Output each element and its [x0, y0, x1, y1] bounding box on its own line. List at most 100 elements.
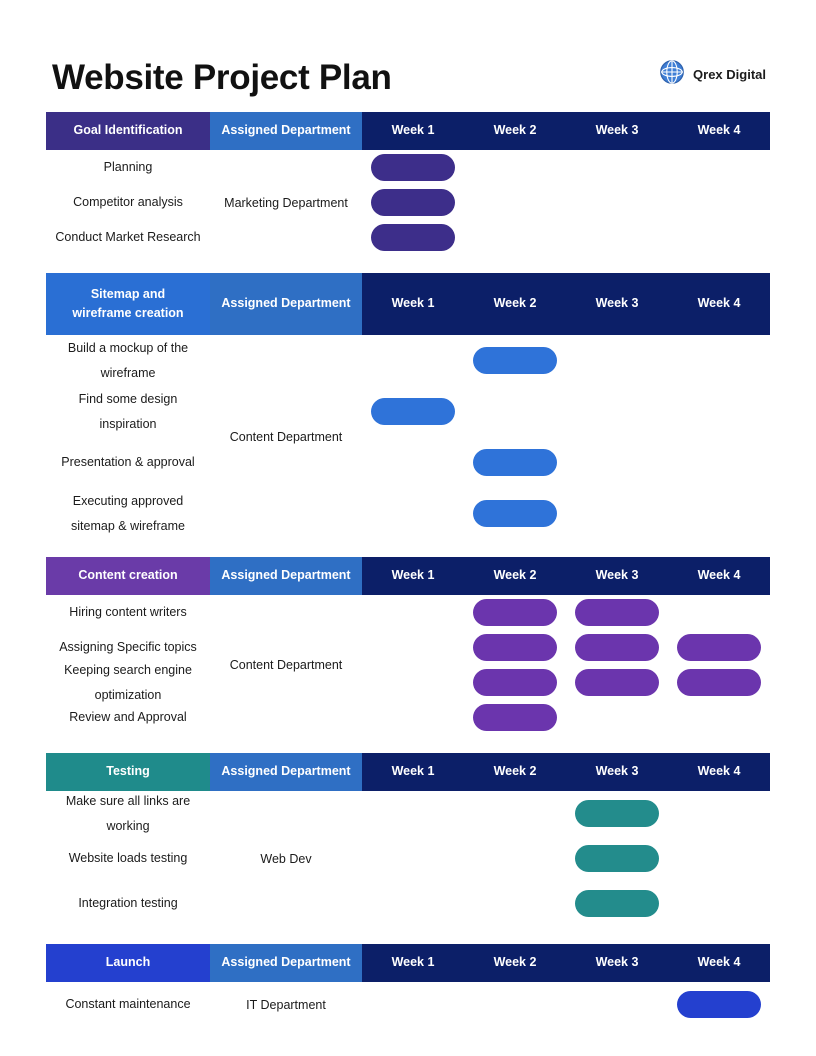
gantt-bar[interactable]: [575, 845, 659, 872]
gantt-bar[interactable]: [677, 669, 761, 696]
task-label: Competitor analysis: [73, 195, 183, 210]
assigned-department-value: IT Department: [246, 997, 326, 1012]
task-timeline-row: [362, 150, 770, 185]
task-label: Executing approved sitemap & wireframe: [71, 494, 185, 533]
timeline-cell-week-3: [566, 800, 668, 827]
timeline-cell-week-4: [668, 991, 770, 1018]
column-header-department: Assigned Department: [210, 944, 362, 982]
timeline-cell-week-2: [464, 704, 566, 731]
task-timeline-row: [362, 982, 770, 1027]
gantt-bar[interactable]: [575, 890, 659, 917]
section-header-row: Testing Assigned Department Week 1 Week 2 We…: [46, 753, 770, 791]
gantt-bar[interactable]: [473, 634, 557, 661]
section-header-row: Content creation Assigned Department Week …: [46, 557, 770, 595]
section-body: Hiring content writers Assigning Specific…: [46, 595, 770, 735]
task-label: Conduct Market Research: [55, 230, 201, 245]
page-title: Website Project Plan: [52, 57, 392, 97]
task-label-column: Planning Competitor analysis Conduct Marke…: [46, 150, 210, 255]
assigned-department-value: Marketing Department: [224, 195, 348, 210]
task-label: Review and Approval: [69, 710, 187, 725]
column-header-week-3: Week 3: [566, 273, 668, 335]
timeline-column: [362, 335, 770, 539]
task-timeline-row: [362, 836, 770, 881]
task-timeline-row: [362, 791, 770, 836]
section-title: Sitemap and wireframe creation: [46, 273, 210, 335]
page-header: Website Project Plan Qrex Digital: [0, 0, 816, 112]
task-label: Build a mockup of the wireframe: [67, 341, 189, 380]
timeline-cell-week-4: [668, 669, 770, 696]
timeline-column: [362, 791, 770, 926]
timeline-cell-week-3: [566, 634, 668, 661]
gantt-bar[interactable]: [575, 800, 659, 827]
task-label: Integration testing: [78, 896, 178, 911]
gantt-bar[interactable]: [575, 669, 659, 696]
task-label: Presentation & approval: [61, 455, 195, 470]
gantt-section: Sitemap and wireframe creation Assigned De…: [46, 273, 770, 539]
gantt-bar[interactable]: [371, 154, 455, 181]
column-header-week-3: Week 3: [566, 112, 668, 150]
section-header-row: Launch Assigned Department Week 1 Week 2 Wee…: [46, 944, 770, 982]
task-label-column: Build a mockup of the wireframe Find some…: [46, 335, 210, 539]
task-label: Find some design inspiration: [78, 392, 178, 431]
task-timeline-row: [362, 665, 770, 700]
gantt-bar[interactable]: [677, 634, 761, 661]
column-header-department: Assigned Department: [210, 753, 362, 791]
task-timeline-row: [362, 881, 770, 926]
globe-icon: [659, 59, 685, 90]
gantt-bar[interactable]: [575, 599, 659, 626]
gantt-bar[interactable]: [473, 704, 557, 731]
column-header-department: Assigned Department: [210, 112, 362, 150]
section-body: Constant maintenance IT Department: [46, 982, 770, 1027]
gantt-bar[interactable]: [473, 347, 557, 374]
task-timeline-row: [362, 437, 770, 488]
project-plan-page: Website Project Plan Qrex Digital Goal I…: [0, 0, 816, 1056]
column-header-department: Assigned Department: [210, 557, 362, 595]
column-header-week-3: Week 3: [566, 557, 668, 595]
task-label: Planning: [103, 160, 153, 175]
section-body: Planning Competitor analysis Conduct Marke…: [46, 150, 770, 255]
timeline-cell-week-3: [566, 599, 668, 626]
gantt-bar[interactable]: [473, 500, 557, 527]
timeline-cell-week-2: [464, 599, 566, 626]
task-timeline-row: [362, 488, 770, 539]
column-header-week-3: Week 3: [566, 753, 668, 791]
section-header-row: Goal Identification Assigned Department We…: [46, 112, 770, 150]
column-header-week-3: Week 3: [566, 944, 668, 982]
column-header-week-4: Week 4: [668, 273, 770, 335]
timeline-cell-week-2: [464, 347, 566, 374]
assigned-department-value: Content Department: [229, 658, 343, 672]
brand-name: Qrex Digital: [693, 66, 766, 82]
column-header-week-4: Week 4: [668, 112, 770, 150]
timeline-cell-week-2: [464, 449, 566, 476]
gantt-bar[interactable]: [677, 991, 761, 1018]
column-header-week-4: Week 4: [668, 753, 770, 791]
section-body: Build a mockup of the wireframe Find some…: [46, 335, 770, 539]
gantt-bar[interactable]: [473, 599, 557, 626]
task-timeline-row: [362, 185, 770, 220]
gantt-section: Content creation Assigned Department Week …: [46, 557, 770, 735]
column-header-week-2: Week 2: [464, 112, 566, 150]
column-header-week-4: Week 4: [668, 944, 770, 982]
task-timeline-row: [362, 335, 770, 386]
timeline-cell-week-2: [464, 500, 566, 527]
gantt-bar[interactable]: [575, 634, 659, 661]
task-label: Make sure all links are working: [65, 794, 191, 833]
column-header-week-1: Week 1: [362, 112, 464, 150]
timeline-cell-week-4: [668, 634, 770, 661]
gantt-bar[interactable]: [371, 398, 455, 425]
task-label: Keeping search engine optimization: [64, 663, 192, 702]
column-header-week-2: Week 2: [464, 944, 566, 982]
gantt-bar[interactable]: [473, 669, 557, 696]
column-header-week-1: Week 1: [362, 557, 464, 595]
column-header-week-1: Week 1: [362, 753, 464, 791]
task-label-column: Make sure all links are working Website l…: [46, 791, 210, 926]
section-header-row: Sitemap and wireframe creation Assigned De…: [46, 273, 770, 335]
timeline-cell-week-3: [566, 845, 668, 872]
brand-logo: Qrex Digital: [659, 59, 766, 96]
timeline-cell-week-3: [566, 669, 668, 696]
gantt-bar[interactable]: [371, 224, 455, 251]
gantt-bar[interactable]: [473, 449, 557, 476]
task-label-column: Hiring content writers Assigning Specific…: [46, 595, 210, 735]
timeline-cell-week-1: [362, 224, 464, 251]
gantt-bar[interactable]: [371, 189, 455, 216]
